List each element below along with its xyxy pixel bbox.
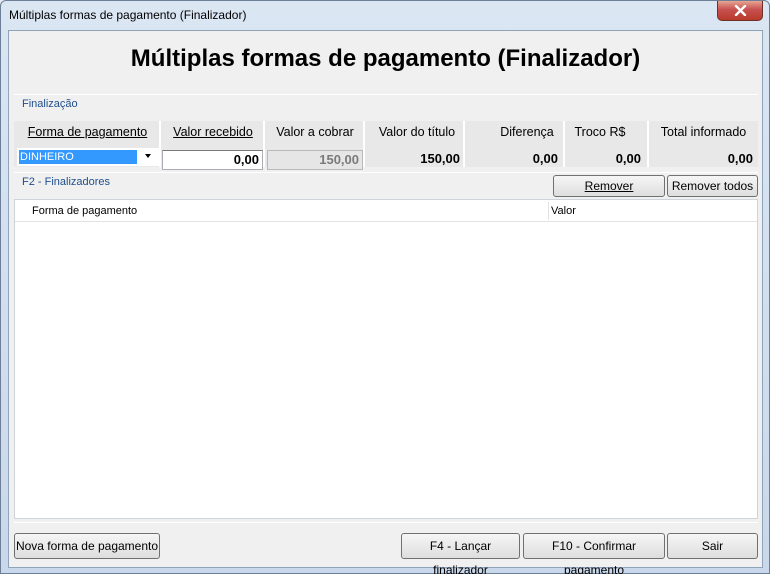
valor-cobrar-header: Valor a cobrar <box>276 125 354 139</box>
remove-all-button[interactable]: Remover todos <box>667 175 758 197</box>
divider <box>14 172 758 173</box>
forma-pagamento-header: Forma de pagamento <box>27 125 148 139</box>
page-title: Múltiplas formas de pagamento (Finalizad… <box>130 45 641 72</box>
grid-col-forma-pagamento[interactable]: Forma de pagamento <box>32 205 137 217</box>
valor-recebido-header: Valor recebido <box>173 125 253 139</box>
remove-selected-button[interactable]: Remover selecionado <box>553 175 665 213</box>
valor-recebido-input[interactable]: 0,00 <box>162 150 263 170</box>
grid-col-valor[interactable]: Valor <box>551 205 576 217</box>
valor-cobrar-field: 150,00 <box>267 150 363 170</box>
finalizacao-group-label: Finalização <box>22 98 78 110</box>
sair-button[interactable]: Sair <box>667 533 758 559</box>
column-divider[interactable] <box>548 202 549 220</box>
title-bar[interactable]: Múltiplas formas de pagamento (Finalizad… <box>1 1 769 31</box>
confirmar-pagamento-button[interactable]: F10 - Confirmar pagamento <box>523 533 665 574</box>
finalizadores-grid[interactable]: Forma de pagamento Valor <box>14 199 758 519</box>
total-informado-value: 0,00 <box>727 151 753 166</box>
lancar-finalizador-button[interactable]: F4 - Lançar finalizador <box>401 533 520 574</box>
valor-titulo-value: 150,00 <box>420 151 460 166</box>
diferenca-header: Diferença <box>500 125 554 139</box>
total-informado-header: Total informado <box>660 125 747 139</box>
valor-titulo-header: Valor do título <box>378 125 456 139</box>
window-title: Múltiplas formas de pagamento (Finalizad… <box>9 8 247 22</box>
close-icon <box>734 5 747 16</box>
finalizadores-group-label: F2 - Finalizadores <box>22 176 111 188</box>
payment-window: Múltiplas formas de pagamento (Finalizad… <box>0 0 770 574</box>
chevron-down-icon[interactable] <box>145 154 151 158</box>
forma-pagamento-selected-value: DINHEIRO <box>19 150 137 164</box>
divider <box>14 94 758 95</box>
diferenca-value: 0,00 <box>532 151 558 166</box>
grid-header: Forma de pagamento Valor <box>15 200 757 222</box>
close-button[interactable] <box>717 1 763 21</box>
troco-header: Troco R$ <box>574 125 626 139</box>
nova-forma-pagamento-button[interactable]: Nova forma de pagamento <box>14 533 160 559</box>
window-client-area: Múltiplas formas de pagamento (Finalizad… <box>8 30 763 574</box>
troco-value: 0,00 <box>615 151 641 166</box>
forma-pagamento-select[interactable]: DINHEIRO <box>17 148 159 166</box>
divider <box>14 522 758 523</box>
